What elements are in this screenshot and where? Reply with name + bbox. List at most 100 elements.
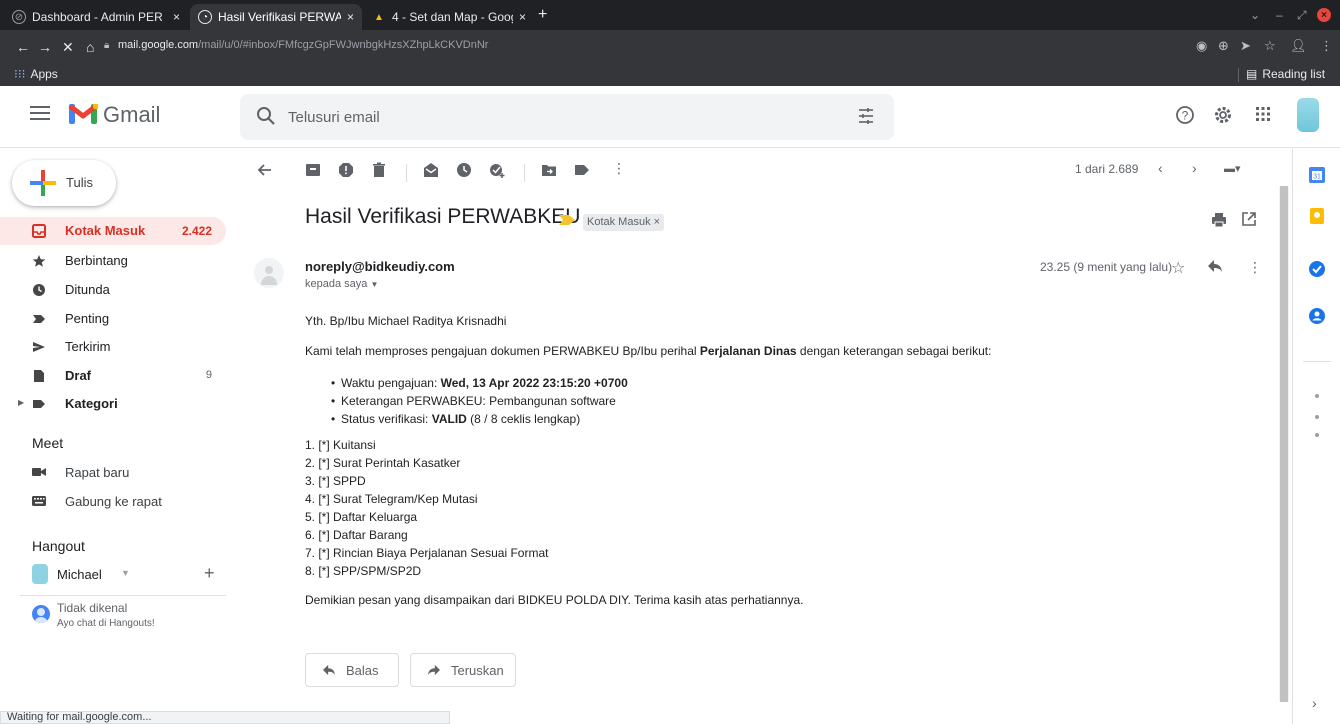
checklist-item: 3. [*] SPPD [305,474,366,488]
item-value: Wed, 13 Apr 2022 23:15:20 +0700 [440,376,628,390]
contacts-icon[interactable] [1308,307,1326,325]
newer-icon[interactable]: ‹ [1158,160,1163,176]
profile-icon[interactable]: 👤︎ [1290,38,1307,54]
nav-inbox[interactable]: Kotak Masuk 2.422 [0,217,226,245]
hangout-user-name: Michael [57,567,102,582]
nav-starred[interactable]: Berbintang [0,247,226,275]
minimize-icon[interactable]: – [1276,8,1283,22]
new-tab-button[interactable]: + [538,6,547,24]
mark-unread-icon[interactable] [423,162,439,178]
contact-name: Tidak dikenal [57,601,128,615]
maximize-icon[interactable]: ⤢ [1297,8,1307,23]
close-tab-icon[interactable]: × [347,10,354,24]
join-meeting-item[interactable]: Gabung ke rapat [0,489,226,515]
help-icon[interactable]: ? [1175,105,1195,125]
apps-bookmark[interactable]: ⁝⁝⁝ Apps [14,67,58,81]
report-spam-icon[interactable] [338,162,354,178]
browser-tab[interactable]: ▲ 4 - Set dan Map - Google × [364,4,534,30]
nav-snoozed[interactable]: Ditunda [0,276,226,304]
expand-arrow-icon[interactable]: ▶ [18,398,24,407]
archive-icon[interactable] [305,162,321,178]
move-to-icon[interactable] [541,162,557,178]
hangout-contact[interactable]: Tidak dikenal Ayo chat di Hangouts! [32,601,222,635]
main-menu-icon[interactable] [30,104,50,122]
important-marker-icon[interactable] [559,215,575,225]
message-scrollbar[interactable] [1279,186,1289,702]
zoom-icon[interactable]: ⊕ [1218,38,1229,54]
browser-tab[interactable]: ⊘ Dashboard - Admin PER × [4,4,188,30]
input-tools-icon[interactable]: ▬▾ [1224,162,1241,175]
send-icon [33,342,45,352]
more-actions-icon[interactable]: ⋮ [612,160,626,177]
new-meeting-item[interactable]: Rapat baru [0,460,226,486]
compose-button[interactable]: Tulis [12,160,116,206]
addon-icon[interactable] [1315,433,1319,437]
status-caret-icon[interactable]: ▼ [121,568,130,578]
search-icon[interactable] [256,106,276,126]
labels-icon[interactable] [574,162,590,178]
search-options-icon[interactable] [857,107,875,125]
star-icon [32,255,46,267]
tab-search-icon[interactable]: ⌄ [1250,8,1260,22]
reading-list-button[interactable]: ▤ Reading list [1238,67,1325,82]
older-icon[interactable]: › [1192,160,1197,176]
forward-icon[interactable]: → [38,39,52,55]
open-new-window-icon[interactable] [1242,212,1256,226]
browser-tab-active[interactable]: ◔ Hasil Verifikasi PERWAB × [190,4,362,30]
stop-icon[interactable]: ✕ [62,39,74,56]
gmail-logo-icon[interactable] [68,102,98,126]
snooze-icon[interactable] [456,162,472,178]
message-toolbar: ⋮ 1 dari 2.689 ‹ › ▬▾ [226,150,1280,192]
add-task-icon[interactable] [489,162,505,178]
message-more-icon[interactable]: ⋮ [1248,259,1262,276]
scrollbar-thumb[interactable] [1280,186,1288,702]
reply-icon [323,664,335,676]
search-input[interactable] [288,106,788,128]
bookmarks-bar: ⁝⁝⁝ Apps ▤ Reading list [0,64,1340,86]
star-message-icon[interactable]: ☆ [1171,258,1185,278]
browser-menu-icon[interactable]: ⋮ [1320,38,1333,54]
inbox-label-chip[interactable]: Kotak Masuk × [583,214,665,231]
delete-icon[interactable] [371,162,387,178]
extension-icon[interactable]: ◉ [1196,38,1207,54]
close-tab-icon[interactable]: × [173,10,180,24]
close-tab-icon[interactable]: × [519,10,526,24]
search-bar[interactable] [240,94,894,140]
details-caret-icon[interactable]: ▼ [370,280,378,289]
account-avatar[interactable] [1297,98,1319,132]
nav-categories[interactable]: ▶ Kategori [0,390,226,418]
addon-icon[interactable] [1315,415,1319,419]
new-chat-icon[interactable]: + [204,563,215,584]
keep-icon[interactable] [1308,207,1326,225]
closing-paragraph: Demikian pesan yang disampaikan dari BID… [305,593,804,607]
back-icon[interactable]: ← [16,39,30,55]
calendar-icon[interactable]: 31 [1308,166,1326,184]
home-icon[interactable]: ⌂ [86,39,94,55]
divider [524,164,525,182]
print-icon[interactable] [1211,212,1227,228]
bookmark-star-icon[interactable]: ☆ [1264,38,1276,54]
nav-drafts[interactable]: Draf 9 [0,362,226,390]
addon-icon[interactable] [1315,394,1319,398]
google-apps-icon[interactable] [1254,105,1272,123]
hangout-user[interactable]: Michael ▼ + [32,562,222,588]
tasks-icon[interactable] [1308,260,1326,278]
window-close-icon[interactable]: × [1317,8,1331,22]
item-note: (8 / 8 ceklis lengkap) [466,412,581,426]
nav-important[interactable]: Penting [0,305,226,333]
address-bar[interactable]: mail.google.com/mail/u/0/#inbox/FMfcgzGp… [118,39,488,51]
reply-icon[interactable] [1207,259,1223,273]
settings-gear-icon[interactable] [1213,105,1233,125]
intro-text: Kami telah memproses pengajuan dokumen P… [305,344,700,358]
reply-button[interactable]: Balas [305,653,399,687]
compose-label: Tulis [66,175,93,190]
nav-sent[interactable]: Terkirim [0,333,226,361]
hide-panel-chevron-icon[interactable]: › [1312,695,1317,711]
cast-icon[interactable]: ➤ [1240,38,1251,54]
gmail-brand[interactable]: Gmail [103,102,160,128]
forward-button[interactable]: Teruskan [410,653,516,687]
back-to-inbox-icon[interactable] [256,162,272,178]
recipient-details[interactable]: kepada saya ▼ [305,278,378,290]
sender-email[interactable]: noreply@bidkeudiy.com [305,259,455,274]
lock-icon[interactable]: 🔒︎ [104,40,109,51]
